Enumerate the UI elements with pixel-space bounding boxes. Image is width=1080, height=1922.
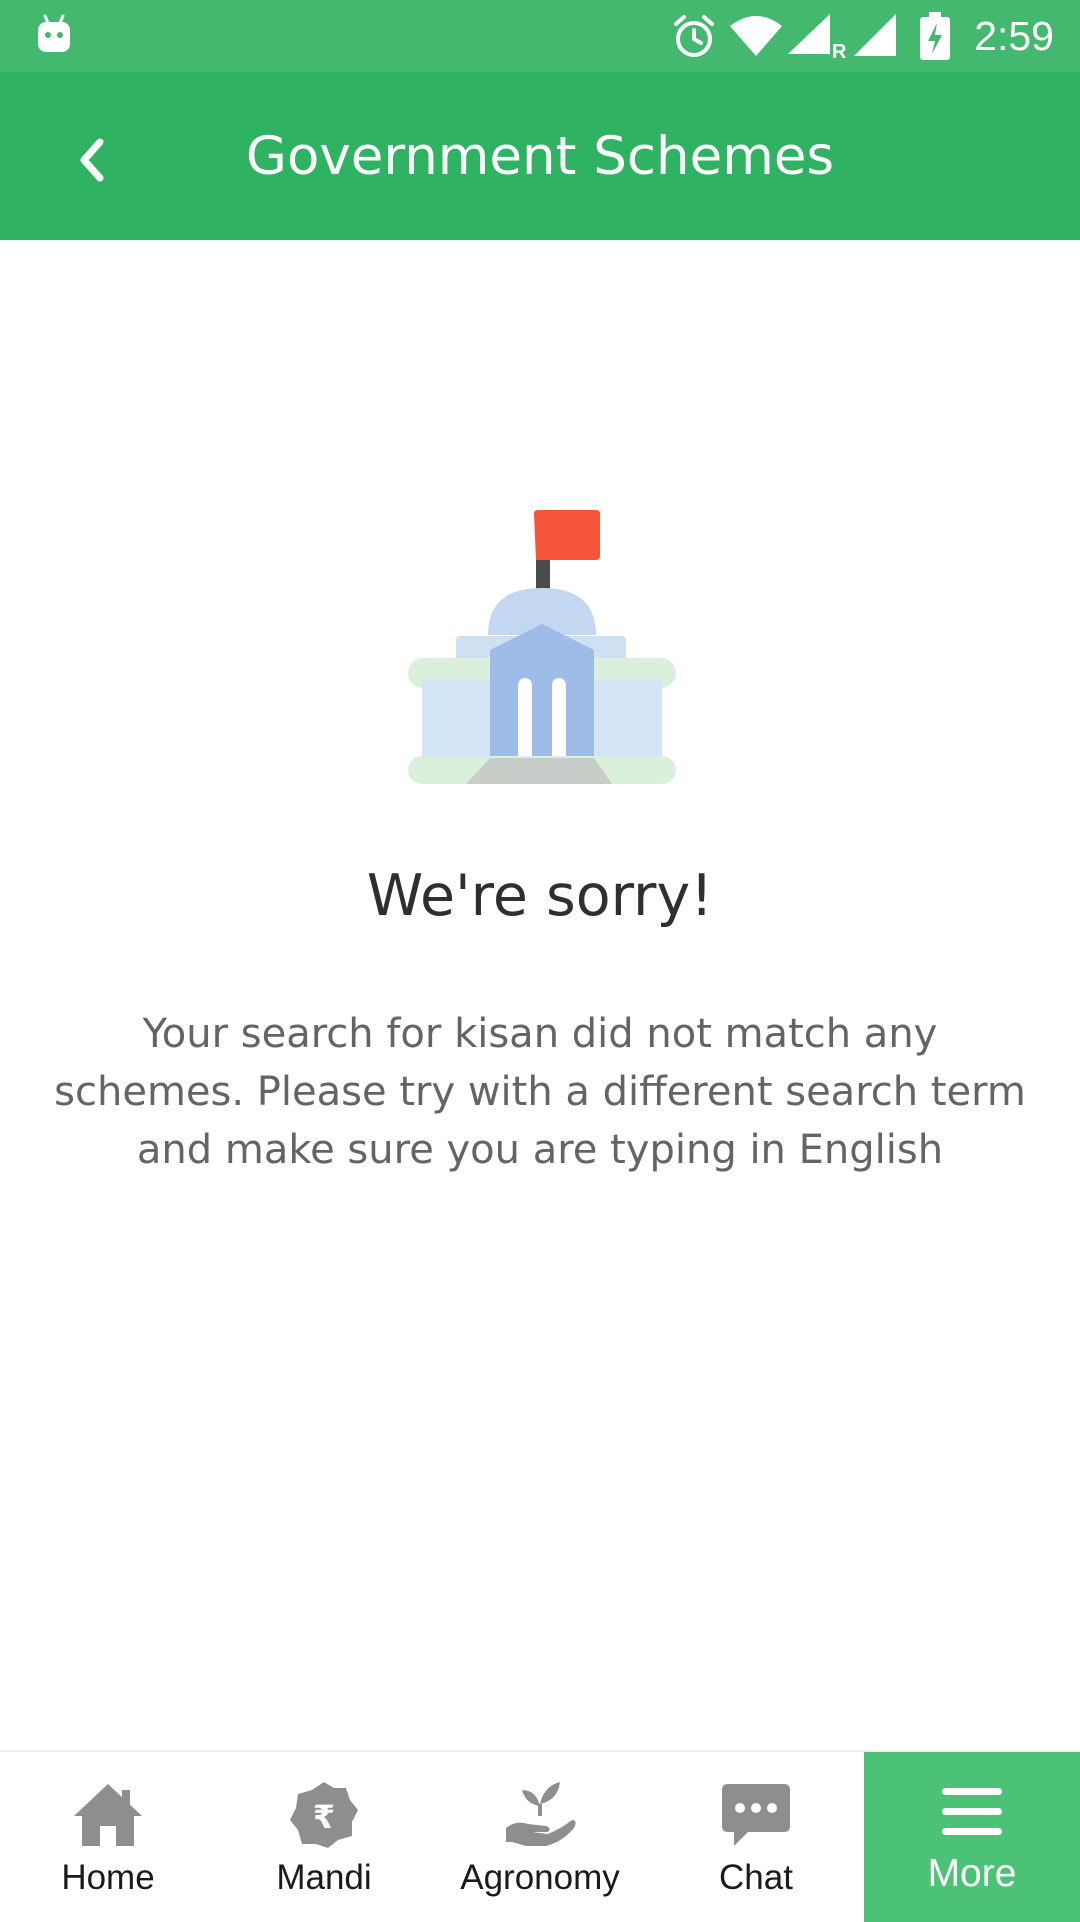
nav-item-mandi[interactable]: ₹ Mandi bbox=[216, 1752, 432, 1922]
nav-label-more: More bbox=[927, 1852, 1017, 1895]
status-time: 2:59 bbox=[974, 13, 1054, 59]
chat-icon bbox=[718, 1780, 794, 1850]
menu-icon bbox=[934, 1780, 1010, 1850]
nav-item-agronomy[interactable]: Agronomy bbox=[432, 1752, 648, 1922]
alarm-icon bbox=[670, 12, 718, 60]
signal-icon bbox=[852, 14, 898, 60]
svg-text:₹: ₹ bbox=[313, 1798, 335, 1836]
battery-charging-icon bbox=[920, 12, 950, 60]
roaming-label: R bbox=[832, 41, 847, 60]
nav-label-home: Home bbox=[61, 1858, 155, 1897]
nav-item-home[interactable]: Home bbox=[0, 1752, 216, 1922]
bottom-navigation: Home ₹ Mandi Agronomy Chat More bbox=[0, 1750, 1080, 1922]
nav-label-mandi: Mandi bbox=[276, 1858, 372, 1897]
signal-roaming-icon: R bbox=[786, 14, 848, 63]
nav-label-agronomy: Agronomy bbox=[460, 1858, 620, 1897]
app-bar: Government Schemes bbox=[0, 72, 1080, 240]
government-building-icon bbox=[400, 500, 680, 800]
wifi-icon bbox=[728, 14, 784, 58]
plant-hand-icon bbox=[502, 1780, 578, 1850]
empty-state-title: We're sorry! bbox=[366, 863, 714, 929]
android-icon bbox=[36, 14, 72, 54]
empty-state-message: Your search for kisan did not match any … bbox=[54, 1011, 1026, 1173]
rupee-icon: ₹ bbox=[286, 1780, 362, 1850]
status-bar: R 2:59 bbox=[0, 0, 1080, 72]
page-title: Government Schemes bbox=[245, 126, 835, 187]
nav-item-more[interactable]: More bbox=[864, 1752, 1080, 1922]
home-icon bbox=[70, 1780, 146, 1850]
nav-label-chat: Chat bbox=[719, 1858, 793, 1897]
nav-item-chat[interactable]: Chat bbox=[648, 1752, 864, 1922]
